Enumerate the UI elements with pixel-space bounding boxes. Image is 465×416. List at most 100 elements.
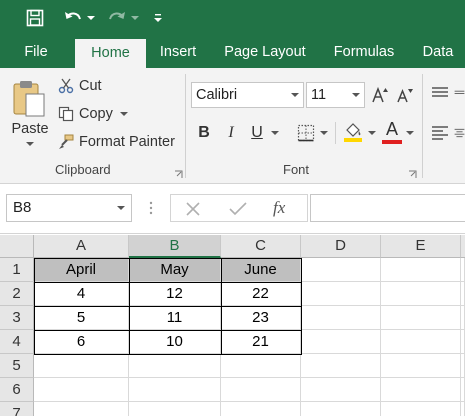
cancel-icon[interactable] <box>185 201 201 222</box>
cell-e6[interactable] <box>381 378 461 402</box>
increase-font-size-icon[interactable] <box>371 85 389 105</box>
customize-toolbar-icon[interactable] <box>152 6 164 30</box>
underline-button[interactable]: U <box>247 122 267 144</box>
paste-icon[interactable] <box>8 76 50 120</box>
decrease-font-size-icon[interactable] <box>396 85 414 105</box>
tab-insert[interactable]: Insert <box>152 36 204 68</box>
column-header-d[interactable]: D <box>301 235 381 258</box>
align-middle-icon[interactable] <box>454 84 465 102</box>
tab-formulas[interactable]: Formulas <box>328 36 400 68</box>
cell-e1[interactable] <box>461 258 465 282</box>
row-header-2[interactable]: 2 <box>0 282 34 306</box>
cell-a2[interactable]: 4 <box>34 282 129 306</box>
cell-c1[interactable]: June <box>221 258 301 282</box>
cell-b7[interactable] <box>129 402 221 416</box>
row-header-7[interactable]: 7 <box>0 402 34 416</box>
cell-e6[interactable] <box>461 378 465 402</box>
cell-d2[interactable] <box>301 282 381 306</box>
cut-button[interactable]: Cut <box>58 76 102 96</box>
redo-dropdown-icon[interactable] <box>130 6 140 30</box>
format-painter-button[interactable]: Format Painter <box>58 132 175 152</box>
copy-button[interactable]: Copy <box>58 104 128 124</box>
row-header-5[interactable]: 5 <box>0 354 34 378</box>
column-header-a[interactable]: A <box>34 235 129 258</box>
column-header-f[interactable] <box>461 235 465 258</box>
align-top-icon[interactable] <box>430 84 450 102</box>
chevron-down-icon[interactable] <box>290 83 300 107</box>
row-header-3[interactable]: 3 <box>0 306 34 330</box>
align-left-icon[interactable] <box>430 124 450 142</box>
cell-d4[interactable] <box>301 330 381 354</box>
cell-e7[interactable] <box>381 402 461 416</box>
column-header-e[interactable]: E <box>381 235 461 258</box>
cell-a4[interactable]: 6 <box>34 330 129 354</box>
paste-dropdown-icon[interactable] <box>25 140 35 148</box>
cell-e1[interactable] <box>381 258 461 282</box>
cell-a1[interactable]: April <box>34 258 129 282</box>
save-icon[interactable] <box>22 6 48 30</box>
select-all-corner[interactable] <box>0 235 34 258</box>
font-launcher-icon[interactable] <box>408 166 417 178</box>
font-color-button[interactable]: A <box>382 118 402 140</box>
cell-d5[interactable] <box>301 354 381 378</box>
cell-c3[interactable]: 23 <box>221 306 301 330</box>
row-header-4[interactable]: 4 <box>0 330 34 354</box>
cell-e4[interactable] <box>461 330 465 354</box>
borders-dropdown-icon[interactable] <box>319 128 329 138</box>
italic-button[interactable]: I <box>221 122 241 144</box>
cell-e4[interactable] <box>381 330 461 354</box>
cell-b1[interactable]: May <box>129 258 221 282</box>
cell-b6[interactable] <box>129 378 221 402</box>
tab-page-layout[interactable]: Page Layout <box>218 36 312 68</box>
font-size-combo[interactable]: 11 <box>306 82 365 108</box>
row-header-6[interactable]: 6 <box>0 378 34 402</box>
clipboard-launcher-icon[interactable] <box>174 166 183 178</box>
redo-icon[interactable] <box>104 6 130 30</box>
align-center-icon[interactable] <box>454 124 465 142</box>
column-header-b[interactable]: B <box>129 235 221 258</box>
cell-c2[interactable]: 22 <box>221 282 301 306</box>
enter-icon[interactable] <box>229 201 247 222</box>
tab-data[interactable]: Data <box>416 36 460 68</box>
cell-d1[interactable] <box>301 258 381 282</box>
cell-b3[interactable]: 11 <box>129 306 221 330</box>
cell-c4[interactable]: 21 <box>221 330 301 354</box>
cell-d3[interactable] <box>301 306 381 330</box>
column-header-c[interactable]: C <box>221 235 301 258</box>
cell-e2[interactable] <box>381 282 461 306</box>
row-header-1[interactable]: 1 <box>0 258 34 282</box>
underline-dropdown-icon[interactable] <box>270 128 280 138</box>
insert-function-button[interactable]: fx <box>273 198 285 218</box>
tab-home[interactable]: Home <box>75 39 146 68</box>
cell-c5[interactable] <box>221 354 301 378</box>
undo-icon[interactable] <box>60 6 86 30</box>
cell-e5[interactable] <box>461 354 465 378</box>
cell-a7[interactable] <box>34 402 129 416</box>
fill-color-dropdown-icon[interactable] <box>367 128 377 138</box>
cell-b5[interactable] <box>129 354 221 378</box>
cell-e7[interactable] <box>461 402 465 416</box>
cell-a3[interactable]: 5 <box>34 306 129 330</box>
cell-a6[interactable] <box>34 378 129 402</box>
cell-c6[interactable] <box>221 378 301 402</box>
copy-dropdown-icon[interactable] <box>119 111 128 117</box>
formula-input[interactable] <box>310 194 465 222</box>
bold-button[interactable]: B <box>194 122 214 144</box>
font-color-dropdown-icon[interactable] <box>405 128 415 138</box>
cell-e3[interactable] <box>461 306 465 330</box>
cell-a5[interactable] <box>34 354 129 378</box>
resize-handle-icon[interactable] <box>148 200 154 216</box>
cell-e3[interactable] <box>381 306 461 330</box>
cell-b4[interactable]: 10 <box>129 330 221 354</box>
chevron-down-icon[interactable] <box>117 195 125 221</box>
undo-dropdown-icon[interactable] <box>86 6 96 30</box>
cell-c7[interactable] <box>221 402 301 416</box>
cell-e5[interactable] <box>381 354 461 378</box>
cell-d6[interactable] <box>301 378 381 402</box>
cell-d7[interactable] <box>301 402 381 416</box>
chevron-down-icon[interactable] <box>351 83 361 107</box>
cell-b2[interactable]: 12 <box>129 282 221 306</box>
cell-e2[interactable] <box>461 282 465 306</box>
borders-icon[interactable] <box>295 122 317 144</box>
name-box[interactable]: B8 <box>6 194 132 222</box>
